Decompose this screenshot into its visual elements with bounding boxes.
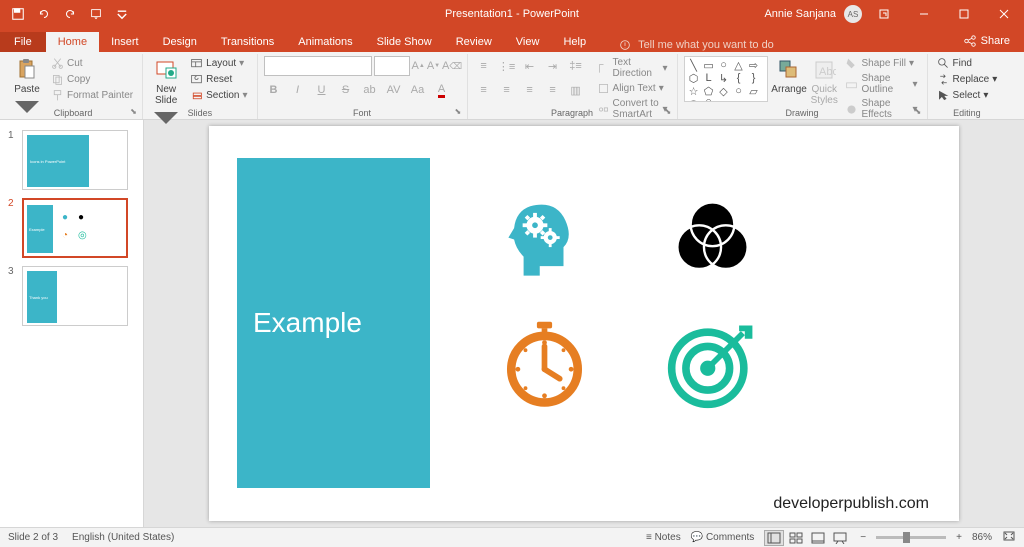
slide-thumbnail-panel: 1 Icons in PowerPoint 2 Example ● ● ◔ ◎ … <box>0 120 144 527</box>
ribbon-display-options-icon[interactable] <box>866 0 902 28</box>
find-button[interactable]: Find <box>934 56 1001 71</box>
justify-icon: ≡ <box>543 80 563 100</box>
undo-icon[interactable] <box>32 3 56 25</box>
group-clipboard-label: Clipboard <box>4 108 142 118</box>
share-button[interactable]: Share <box>949 30 1024 52</box>
font-color-icon: A <box>432 80 452 100</box>
group-slides-label: Slides <box>143 108 256 118</box>
language-indicator[interactable]: English (United States) <box>72 532 174 543</box>
slide-sorter-view-icon[interactable] <box>786 530 806 546</box>
change-case-icon: Aa <box>408 80 428 100</box>
group-editing-label: Editing <box>928 108 1007 118</box>
zoom-out-button[interactable]: − <box>860 532 866 543</box>
slide-title-block[interactable]: Example <box>237 158 430 488</box>
tab-help[interactable]: Help <box>551 32 598 52</box>
tab-file[interactable]: File <box>0 32 46 52</box>
drawing-dialog-launcher[interactable]: ⬊ <box>915 107 925 117</box>
avatar[interactable]: AS <box>844 5 862 23</box>
comments-button[interactable]: 💬 Comments <box>691 532 755 543</box>
shadow-icon: ab <box>360 80 380 100</box>
minimize-icon[interactable] <box>906 0 942 28</box>
align-right-icon: ≡ <box>520 80 540 100</box>
font-size-select[interactable] <box>374 56 410 76</box>
user-name: Annie Sanjana <box>764 8 836 20</box>
tab-home[interactable]: Home <box>46 32 99 52</box>
watermark-text: developerpublish.com <box>773 495 929 513</box>
bold-icon: B <box>264 80 284 100</box>
slide-editor[interactable]: Example <box>144 120 1024 527</box>
start-from-beginning-icon[interactable] <box>84 3 108 25</box>
qat-chevron-icon[interactable] <box>110 3 134 25</box>
zoom-in-button[interactable]: + <box>956 532 962 543</box>
tab-insert[interactable]: Insert <box>99 32 151 52</box>
bullets-icon: ≡ <box>474 56 494 76</box>
underline-icon: U <box>312 80 332 100</box>
tab-transitions[interactable]: Transitions <box>209 32 286 52</box>
target-arrow-icon[interactable] <box>637 308 787 418</box>
fit-to-window-icon[interactable] <box>1002 530 1016 545</box>
slide-counter[interactable]: Slide 2 of 3 <box>8 532 58 543</box>
increase-indent-icon: ⇥ <box>543 56 563 76</box>
numbering-icon: ⋮≡ <box>497 56 517 76</box>
align-text-button: Align Text ▾ <box>594 81 671 96</box>
text-direction-button: Text Direction ▾ <box>594 56 671 80</box>
shapes-gallery[interactable]: ╲▭○△⇨⬡ L↳{}☆⬠ ◇○▱⬭⬯▿ <box>684 56 769 102</box>
svg-text:Abc: Abc <box>819 66 836 78</box>
strikethrough-icon: S <box>336 80 356 100</box>
select-button[interactable]: Select ▾ <box>934 88 1001 103</box>
save-icon[interactable] <box>6 3 30 25</box>
decrease-indent-icon: ⇤ <box>520 56 540 76</box>
slide-thumb-2[interactable]: Example ● ● ◔ ◎ <box>22 198 128 258</box>
shape-outline-button: Shape Outline ▾ <box>842 72 920 96</box>
char-spacing-icon: AV <box>384 80 404 100</box>
paragraph-dialog-launcher[interactable]: ⬊ <box>665 107 675 117</box>
font-dialog-launcher[interactable]: ⬊ <box>455 107 465 117</box>
redo-icon[interactable] <box>58 3 82 25</box>
group-font-label: Font <box>258 108 467 118</box>
slide-thumb-1[interactable]: Icons in PowerPoint <box>22 130 128 190</box>
new-slide-button[interactable]: New Slide <box>149 56 183 130</box>
tab-animations[interactable]: Animations <box>286 32 364 52</box>
replace-button[interactable]: Replace ▾ <box>934 72 1001 87</box>
reading-view-icon[interactable] <box>808 530 828 546</box>
venn-circles-icon[interactable] <box>637 184 787 294</box>
reset-button[interactable]: Reset <box>187 72 250 87</box>
window-title: Presentation1 - PowerPoint <box>445 8 579 20</box>
notes-button[interactable]: ≡ Notes <box>646 532 681 543</box>
align-left-icon: ≡ <box>474 80 494 100</box>
group-paragraph-label: Paragraph <box>468 108 677 118</box>
tab-slideshow[interactable]: Slide Show <box>365 32 444 52</box>
group-drawing-label: Drawing <box>678 108 927 118</box>
close-icon[interactable] <box>986 0 1022 28</box>
font-family-select[interactable] <box>264 56 372 76</box>
clipboard-dialog-launcher[interactable]: ⬊ <box>130 107 140 117</box>
layout-button[interactable]: Layout ▾ <box>187 56 250 71</box>
tell-me-input[interactable]: Tell me what you want to do <box>618 38 774 52</box>
align-center-icon: ≡ <box>497 80 517 100</box>
tab-view[interactable]: View <box>504 32 552 52</box>
columns-icon: ▥ <box>566 80 586 100</box>
slide-thumb-3[interactable]: Thank you <box>22 266 128 326</box>
zoom-level[interactable]: 86% <box>972 532 992 543</box>
grow-font-icon: A▲ <box>412 56 425 76</box>
shape-fill-button: Shape Fill ▾ <box>842 56 920 71</box>
slideshow-view-icon[interactable] <box>830 530 850 546</box>
maximize-icon[interactable] <box>946 0 982 28</box>
cut-button: Cut <box>48 56 136 71</box>
format-painter-button: Format Painter <box>48 88 136 103</box>
zoom-slider[interactable] <box>876 536 946 539</box>
head-gears-icon[interactable] <box>469 184 619 294</box>
italic-icon: I <box>288 80 308 100</box>
line-spacing-icon: ‡≡ <box>566 56 586 76</box>
stopwatch-icon[interactable] <box>469 308 619 418</box>
copy-button: Copy <box>48 72 136 87</box>
tab-review[interactable]: Review <box>444 32 504 52</box>
shrink-font-icon: A▼ <box>427 56 440 76</box>
clear-formatting-icon: A⌫ <box>442 56 462 76</box>
slide-canvas[interactable]: Example <box>209 126 959 521</box>
normal-view-icon[interactable] <box>764 530 784 546</box>
section-button[interactable]: Section ▾ <box>187 88 250 103</box>
tab-design[interactable]: Design <box>151 32 209 52</box>
